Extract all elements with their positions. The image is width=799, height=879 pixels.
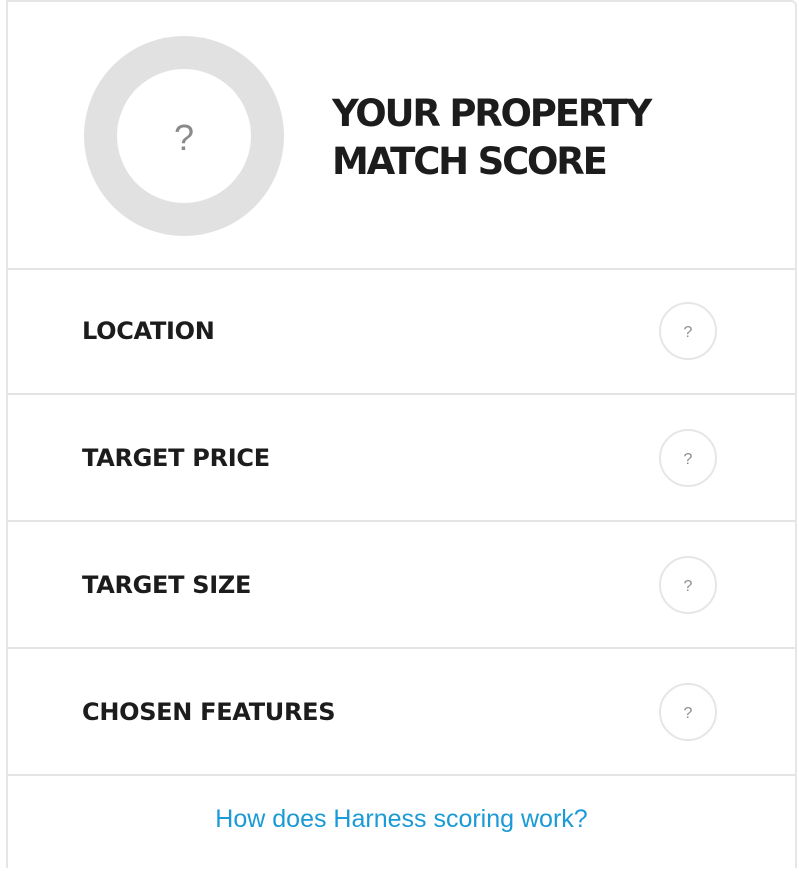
criteria-score-badge: ?	[659, 301, 717, 360]
score-title: YOUR PROPERTY MATCH SCORE	[332, 90, 712, 186]
criteria-score-badge: ?	[659, 428, 717, 487]
criteria-row-chosen-features: CHOSEN FEATURES ?	[8, 649, 795, 776]
score-title-line2: MATCH SCORE	[332, 140, 608, 183]
property-match-score-card: ? YOUR PROPERTY MATCH SCORE LOCATION ? T…	[6, 0, 797, 868]
criteria-label: LOCATION	[82, 316, 215, 345]
criteria-row-location: LOCATION ?	[8, 268, 795, 395]
criteria-row-target-price: TARGET PRICE ?	[8, 395, 795, 522]
criteria-score-badge: ?	[659, 682, 717, 741]
score-title-line1: YOUR PROPERTY	[332, 92, 652, 135]
criteria-score-badge: ?	[659, 555, 717, 614]
score-header: ? YOUR PROPERTY MATCH SCORE	[8, 2, 795, 270]
score-ring: ?	[84, 36, 284, 236]
criteria-label: TARGET PRICE	[82, 443, 270, 472]
scoring-info-link[interactable]: How does Harness scoring work?	[8, 805, 795, 834]
criteria-label: TARGET SIZE	[82, 570, 252, 599]
criteria-label: CHOSEN FEATURES	[82, 697, 336, 726]
overall-score-value: ?	[173, 117, 195, 158]
criteria-row-target-size: TARGET SIZE ?	[8, 522, 795, 649]
